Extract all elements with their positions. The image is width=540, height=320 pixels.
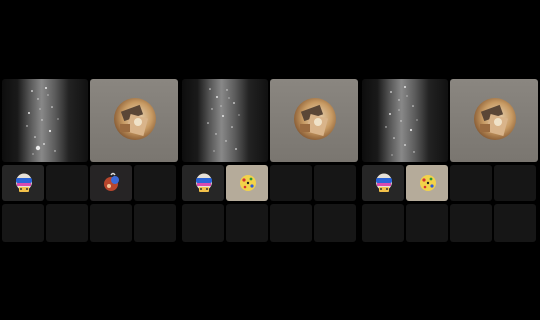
participant-tile[interactable]	[406, 165, 448, 201]
participant-tile[interactable]	[2, 165, 44, 201]
sparkle-video-icon	[385, 86, 418, 156]
screen	[0, 0, 540, 320]
participant-tile[interactable]	[226, 165, 268, 201]
empty-tile	[314, 165, 356, 201]
dice-avatar-icon	[420, 175, 436, 191]
panel-3	[362, 79, 538, 242]
participant-tile[interactable]	[362, 165, 404, 201]
empty-tile	[226, 204, 268, 242]
profile-avatar-icon	[294, 98, 336, 140]
empty-tile	[90, 204, 132, 242]
empty-tile	[450, 165, 492, 201]
empty-tile	[406, 204, 448, 242]
sparkle-video-icon	[26, 87, 59, 155]
mixed-avatar-icon	[104, 172, 119, 191]
profile-avatar-icon	[114, 98, 156, 140]
skull-sunglasses-icon	[376, 173, 392, 192]
empty-tile	[314, 204, 356, 242]
video-tile[interactable]	[362, 79, 448, 162]
skull-sunglasses-icon	[16, 173, 32, 192]
avatar-tile-large[interactable]	[270, 79, 358, 162]
empty-tile	[270, 165, 312, 201]
empty-tile	[450, 204, 492, 242]
empty-tile	[134, 204, 176, 242]
empty-tile	[494, 204, 536, 242]
empty-tile	[134, 165, 176, 201]
empty-tile	[182, 204, 224, 242]
panel-2	[182, 79, 358, 242]
empty-tile	[46, 204, 88, 242]
panel-1	[2, 79, 178, 242]
avatar-tile-large[interactable]	[450, 79, 538, 162]
participant-tile[interactable]	[90, 165, 132, 201]
profile-avatar-icon	[474, 98, 516, 140]
video-tile[interactable]	[2, 79, 88, 162]
sparkle-video-icon	[207, 88, 240, 152]
empty-tile	[2, 204, 44, 242]
participant-tile[interactable]	[182, 165, 224, 201]
empty-tile	[270, 204, 312, 242]
empty-tile	[46, 165, 88, 201]
empty-tile	[494, 165, 536, 201]
empty-tile	[362, 204, 404, 242]
skull-sunglasses-icon	[196, 173, 212, 192]
video-tile[interactable]	[182, 79, 268, 162]
avatar-tile-large[interactable]	[90, 79, 178, 162]
dice-avatar-icon	[240, 175, 256, 191]
